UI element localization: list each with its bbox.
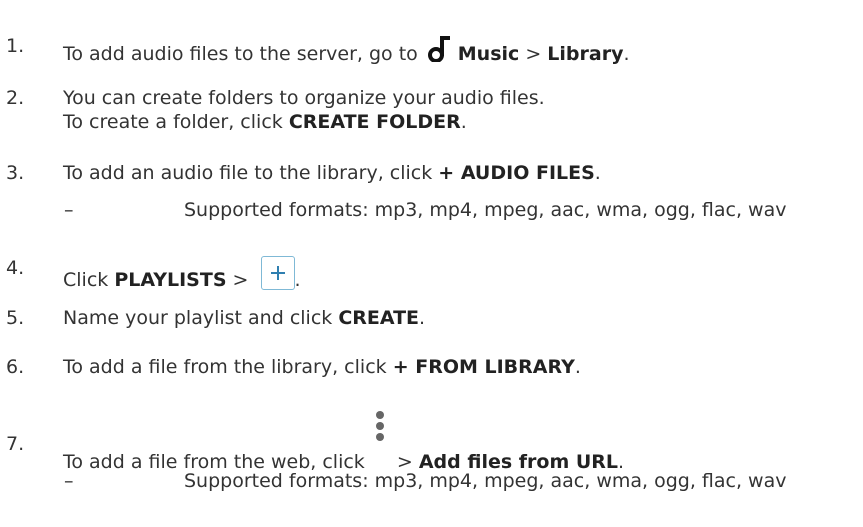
step-text: To create a folder, click [63, 111, 289, 133]
step-number: 4. [6, 257, 25, 279]
instruction-page: 1. To add audio files to the server, go … [6, 34, 787, 492]
step-text: Name your playlist and click [63, 307, 339, 329]
formats-text: Supported formats: mp3, mp4, mpeg, aac, … [184, 470, 787, 492]
music-note-icon [426, 34, 452, 63]
step-number: 7. [6, 433, 25, 455]
create-label: CREATE [338, 307, 420, 329]
vertical-dots-icon [375, 411, 385, 470]
step-text: You can create folders to organize your … [63, 87, 545, 109]
step-text: To add a file from the library, click [63, 356, 393, 378]
plus-icon [270, 266, 285, 280]
from-library-label: + FROM LIBRARY [392, 356, 575, 378]
step-number: 6. [6, 356, 25, 378]
step-number: 1. [6, 35, 25, 57]
create-folder-label: CREATE FOLDER [288, 111, 461, 133]
music-label: Music [457, 43, 520, 65]
playlists-label: PLAYLISTS [114, 269, 227, 291]
step-number: 2. [6, 87, 25, 109]
step-text: To add audio files to the server, go to [63, 43, 418, 65]
step-number: 5. [6, 307, 25, 329]
step-text: Click [63, 269, 115, 291]
add-playlist-button [260, 256, 295, 290]
library-label: Library [547, 43, 624, 65]
formats-text: Supported formats: mp3, mp4, mpeg, aac, … [184, 199, 787, 221]
step-text: To add an audio file to the library, cli… [63, 162, 439, 184]
audio-files-label: + AUDIO FILES [438, 162, 595, 184]
step-number: 3. [6, 162, 25, 184]
